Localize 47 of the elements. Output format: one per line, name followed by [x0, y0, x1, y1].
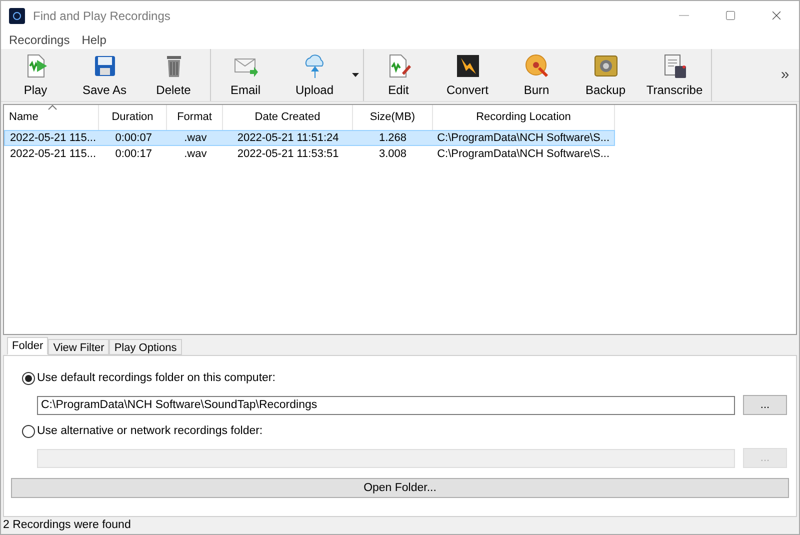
minimize-icon	[679, 15, 689, 16]
radio-label: Use default recordings folder on this computer:	[37, 370, 276, 386]
maximize-icon	[724, 10, 736, 22]
lightning-icon	[454, 52, 480, 79]
toolbar-button[interactable]: Play	[1, 48, 70, 101]
caret-icon	[352, 72, 358, 77]
safe-icon	[592, 52, 618, 79]
menu-item[interactable]: Recordings	[3, 30, 76, 49]
tab[interactable]: View Filter	[48, 338, 110, 355]
toolbar-button[interactable]: Transcribe	[640, 48, 709, 101]
menu-item[interactable]: Help	[76, 30, 112, 49]
toolbar-button[interactable]: Convert	[433, 48, 502, 101]
radio-button[interactable]	[22, 372, 35, 385]
more-button[interactable]: »	[771, 48, 799, 101]
tab[interactable]: Play Options	[109, 338, 182, 355]
toolbar-button[interactable]: Save As	[70, 48, 139, 101]
browse-button[interactable]: ...	[743, 395, 787, 416]
toolbar-button[interactable]: Email	[211, 48, 280, 101]
table-row[interactable]: 2022-05-21 115... 0:00:17 .wav 2022-05-21 11:53:51 3.008 C:\ProgramData\NCH Software\S...	[4, 146, 615, 162]
table-cell-text: C:\ProgramData\NCH Software\S...	[436, 130, 610, 146]
toolbar-button[interactable]: Backup	[571, 48, 640, 101]
table-cell-text: 0:00:17	[114, 146, 153, 162]
disc-icon	[524, 52, 550, 79]
toolbar-button[interactable]: Burn	[502, 48, 571, 101]
table-cell-text: .wav	[183, 130, 208, 146]
table-cell-text: 0:00:07	[114, 130, 153, 146]
status-text: 2 Recordings were found	[3, 518, 131, 533]
table-row[interactable]: 2022-05-21 115... 0:00:07 .wav 2022-05-21 11:51:24 1.268 C:\ProgramData\NCH Software\S...	[4, 130, 615, 146]
radio-button[interactable]	[22, 425, 35, 438]
toolbar-button[interactable]: Upload	[280, 48, 349, 101]
toolbar-button[interactable]: Edit	[364, 48, 433, 101]
recorder-icon	[662, 52, 688, 79]
window-title: Find and Play Recordings	[33, 8, 170, 25]
table-cell-text: 2022-05-21 11:51:24	[236, 130, 340, 146]
folder-path-field[interactable]: C:\ProgramData\NCH Software\SoundTap\Recordings	[37, 396, 735, 415]
table-cell-text: 2022-05-21 115...	[9, 130, 98, 146]
radio-label: Use alternative or network recordings folder:	[37, 424, 263, 440]
toolbar-button[interactable]: Delete	[139, 48, 208, 101]
open-folder-button[interactable]: Open Folder...	[11, 478, 789, 498]
table-cell-text: 2022-05-21 115...	[9, 146, 98, 162]
tab[interactable]: Folder	[7, 336, 48, 355]
table-cell-text: 3.008	[378, 146, 408, 162]
table-cell-text: 2022-05-21 11:53:51	[236, 146, 340, 162]
table-cell-text: C:\ProgramData\NCH Software\S...	[436, 146, 610, 162]
app-icon	[9, 8, 25, 24]
table-cell-text: .wav	[183, 146, 208, 162]
table-cell-text: 1.268	[378, 130, 408, 146]
